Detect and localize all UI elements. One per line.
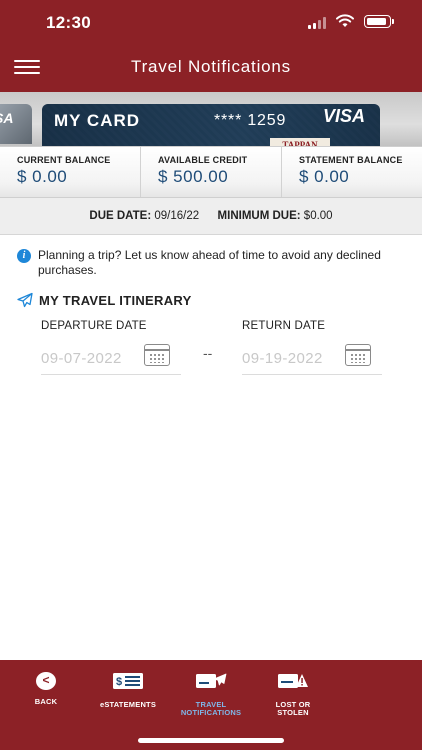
current-balance: CURRENT BALANCE $ 0.00 xyxy=(0,147,140,197)
bottom-navigation: < BACK $ eSTATEMENTS TRAVEL NOTIFICATION… xyxy=(0,660,422,750)
travel-card-icon xyxy=(196,673,227,688)
statement-icon: $ xyxy=(113,673,143,689)
nav-travel-notifications[interactable]: TRAVEL NOTIFICATIONS xyxy=(176,672,246,717)
departure-date-label: DEPARTURE DATE xyxy=(41,320,147,332)
nav-travel-label-line2: NOTIFICATIONS xyxy=(180,708,242,717)
card-carousel[interactable]: SA MY CARD **** 1259 VISA TAPPAN xyxy=(0,92,422,146)
previous-card-network: SA xyxy=(0,110,14,126)
status-time: 12:30 xyxy=(46,13,91,32)
nav-lost-stolen[interactable]: LOST OR STOLEN xyxy=(270,672,316,717)
due-date-value: 09/16/22 xyxy=(154,210,200,222)
due-info-bar: DUE DATE: 09/16/22 MINIMUM DUE: $0.00 xyxy=(0,198,422,235)
minimum-due-value: $0.00 xyxy=(303,210,333,222)
current-balance-value: $ 0.00 xyxy=(17,167,68,186)
selected-card[interactable]: MY CARD **** 1259 VISA TAPPAN xyxy=(42,104,380,146)
statement-balance-label: STATEMENT BALANCE xyxy=(299,155,403,165)
wifi-icon xyxy=(336,14,354,27)
departure-date-placeholder: 09-07-2022 xyxy=(41,350,122,367)
nav-lost-label-line2: STOLEN xyxy=(277,708,309,717)
bank-logo: TAPPAN xyxy=(270,138,330,146)
battery-icon xyxy=(364,15,394,28)
app-header: 12:30 Travel Notifications xyxy=(0,0,422,92)
statement-balance-value: $ 0.00 xyxy=(299,167,350,186)
nav-lost-stolen-label: LOST OR STOLEN xyxy=(270,701,316,717)
available-credit-label: AVAILABLE CREDIT xyxy=(158,155,248,165)
home-indicator xyxy=(138,738,284,743)
back-icon: < xyxy=(36,672,56,690)
calendar-icon[interactable] xyxy=(144,344,170,366)
return-date-label: RETURN DATE xyxy=(242,320,326,332)
balance-summary: CURRENT BALANCE $ 0.00 AVAILABLE CREDIT … xyxy=(0,146,422,198)
info-icon: i xyxy=(17,249,31,263)
return-date-group: RETURN DATE 09-19-2022 xyxy=(242,320,382,375)
current-balance-label: CURRENT BALANCE xyxy=(17,155,111,165)
nav-travel-notifications-label: TRAVEL NOTIFICATIONS xyxy=(176,701,246,717)
itinerary-title: MY TRAVEL ITINERARY xyxy=(39,293,192,308)
nav-back-label: BACK xyxy=(34,697,58,706)
minimum-due-label: MINIMUM DUE: xyxy=(217,210,301,222)
departure-date-field[interactable]: 09-07-2022 xyxy=(41,342,181,375)
signal-icon xyxy=(308,17,326,29)
statement-balance: STATEMENT BALANCE $ 0.00 xyxy=(281,147,422,197)
return-date-field[interactable]: 09-19-2022 xyxy=(242,342,382,375)
nav-estatements-label: eSTATEMENTS xyxy=(99,700,157,709)
airplane-icon xyxy=(17,292,33,308)
previous-card[interactable]: SA xyxy=(0,104,32,144)
page-title: Travel Notifications xyxy=(131,57,291,76)
due-date-label: DUE DATE: xyxy=(89,210,152,222)
card-number: **** 1259 xyxy=(214,112,287,129)
lost-stolen-icon xyxy=(278,674,308,688)
nav-back[interactable]: < BACK xyxy=(30,672,62,706)
card-name: MY CARD xyxy=(54,111,141,130)
return-date-placeholder: 09-19-2022 xyxy=(242,350,323,367)
available-credit: AVAILABLE CREDIT $ 500.00 xyxy=(140,147,281,197)
departure-date-group: DEPARTURE DATE 09-07-2022 xyxy=(41,320,181,375)
status-bar: 12:30 xyxy=(0,0,422,44)
available-credit-value: $ 500.00 xyxy=(158,167,229,186)
date-separator: -- xyxy=(203,345,213,361)
info-text: Planning a trip? Let us know ahead of ti… xyxy=(38,248,381,277)
visa-logo: VISA xyxy=(323,106,366,126)
svg-text:$: $ xyxy=(116,676,122,688)
calendar-icon[interactable] xyxy=(345,344,371,366)
nav-estatements[interactable]: $ eSTATEMENTS xyxy=(96,672,160,709)
